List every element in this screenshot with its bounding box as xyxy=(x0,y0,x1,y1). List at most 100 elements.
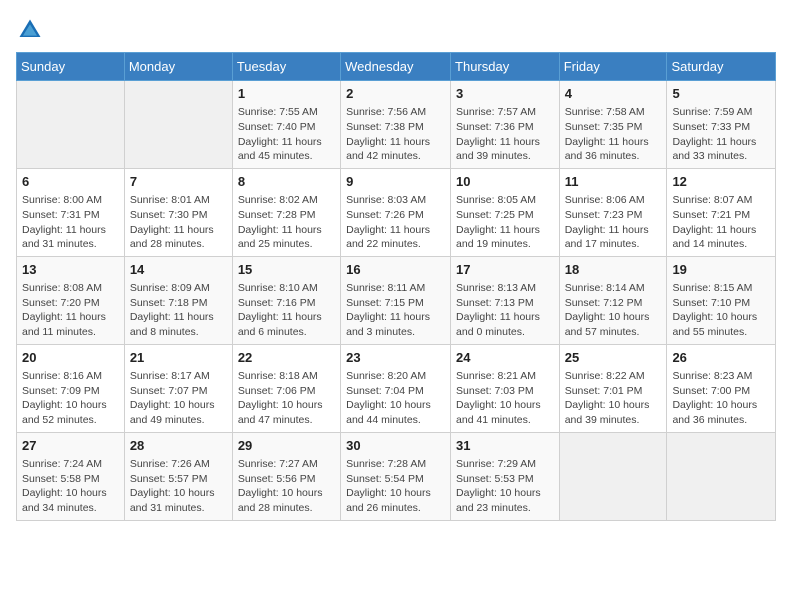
calendar-cell: 9 Sunrise: 8:03 AM Sunset: 7:26 PM Daylig… xyxy=(341,168,451,256)
day-number: 28 xyxy=(130,437,227,455)
day-content: Sunrise: 7:56 AM Sunset: 7:38 PM Dayligh… xyxy=(346,105,445,164)
day-content: Sunrise: 7:58 AM Sunset: 7:35 PM Dayligh… xyxy=(565,105,662,164)
day-number: 30 xyxy=(346,437,445,455)
calendar-cell: 17Sunrise: 8:13 AM Sunset: 7:13 PM Dayli… xyxy=(451,256,560,344)
day-content: Sunrise: 8:07 AM Sunset: 7:21 PM Dayligh… xyxy=(672,193,770,252)
page-header xyxy=(16,16,776,44)
calendar-cell: 18 Sunrise: 8:14 AM Sunset: 7:12 PM Dayli… xyxy=(559,256,667,344)
day-content: Sunrise: 7:27 AM Sunset: 5:56 PM Dayligh… xyxy=(238,457,335,516)
day-content: Sunrise: 8:11 AM Sunset: 7:15 PM Dayligh… xyxy=(346,281,445,340)
calendar-week-3: 13 Sunrise: 8:08 AM Sunset: 7:20 PM Dayli… xyxy=(17,256,776,344)
day-number: 6 xyxy=(22,173,119,191)
calendar-cell: 4 Sunrise: 7:58 AM Sunset: 7:35 PM Daylig… xyxy=(559,81,667,169)
header-monday: Monday xyxy=(124,53,232,81)
calendar-cell: 14 Sunrise: 8:09 AM Sunset: 7:18 PM Dayli… xyxy=(124,256,232,344)
day-number: 7 xyxy=(130,173,227,191)
calendar-cell xyxy=(17,81,125,169)
day-content: Sunrise: 8:10 AM Sunset: 7:16 PM Dayligh… xyxy=(238,281,335,340)
day-number: 13 xyxy=(22,261,119,279)
day-number: 25 xyxy=(565,349,662,367)
calendar-cell: 2 Sunrise: 7:56 AM Sunset: 7:38 PM Daylig… xyxy=(341,81,451,169)
calendar-cell: 3 Sunrise: 7:57 AM Sunset: 7:36 PM Daylig… xyxy=(451,81,560,169)
day-number: 12 xyxy=(672,173,770,191)
day-number: 23 xyxy=(346,349,445,367)
day-number: 14 xyxy=(130,261,227,279)
day-content: Sunrise: 8:09 AM Sunset: 7:18 PM Dayligh… xyxy=(130,281,227,340)
day-number: 9 xyxy=(346,173,445,191)
calendar-cell xyxy=(124,81,232,169)
day-content: Sunrise: 8:03 AM Sunset: 7:26 PM Dayligh… xyxy=(346,193,445,252)
calendar-cell: 29 Sunrise: 7:27 AM Sunset: 5:56 PM Dayli… xyxy=(232,432,340,520)
day-number: 20 xyxy=(22,349,119,367)
day-content: Sunrise: 7:55 AM Sunset: 7:40 PM Dayligh… xyxy=(238,105,335,164)
calendar-cell: 16 Sunrise: 8:11 AM Sunset: 7:15 PM Dayli… xyxy=(341,256,451,344)
calendar-cell: 28 Sunrise: 7:26 AM Sunset: 5:57 PM Dayli… xyxy=(124,432,232,520)
day-content: Sunrise: 8:23 AM Sunset: 7:00 PM Dayligh… xyxy=(672,369,770,428)
calendar-week-5: 27 Sunrise: 7:24 AM Sunset: 5:58 PM Dayli… xyxy=(17,432,776,520)
day-content: Sunrise: 8:20 AM Sunset: 7:04 PM Dayligh… xyxy=(346,369,445,428)
calendar-cell: 8Sunrise: 8:02 AM Sunset: 7:28 PM Daylig… xyxy=(232,168,340,256)
day-number: 16 xyxy=(346,261,445,279)
day-content: Sunrise: 8:18 AM Sunset: 7:06 PM Dayligh… xyxy=(238,369,335,428)
day-number: 27 xyxy=(22,437,119,455)
calendar-cell: 6 Sunrise: 8:00 AM Sunset: 7:31 PM Daylig… xyxy=(17,168,125,256)
day-number: 19 xyxy=(672,261,770,279)
header-wednesday: Wednesday xyxy=(341,53,451,81)
day-content: Sunrise: 8:06 AM Sunset: 7:23 PM Dayligh… xyxy=(565,193,662,252)
calendar-cell xyxy=(559,432,667,520)
header-sunday: Sunday xyxy=(17,53,125,81)
day-number: 26 xyxy=(672,349,770,367)
day-number: 3 xyxy=(456,85,554,103)
calendar-cell: 13 Sunrise: 8:08 AM Sunset: 7:20 PM Dayli… xyxy=(17,256,125,344)
logo xyxy=(16,16,48,44)
calendar-week-1: 1 Sunrise: 7:55 AM Sunset: 7:40 PM Daylig… xyxy=(17,81,776,169)
day-number: 15 xyxy=(238,261,335,279)
day-content: Sunrise: 8:16 AM Sunset: 7:09 PM Dayligh… xyxy=(22,369,119,428)
day-number: 21 xyxy=(130,349,227,367)
day-content: Sunrise: 7:26 AM Sunset: 5:57 PM Dayligh… xyxy=(130,457,227,516)
calendar-cell: 7Sunrise: 8:01 AM Sunset: 7:30 PM Daylig… xyxy=(124,168,232,256)
day-number: 17 xyxy=(456,261,554,279)
day-number: 18 xyxy=(565,261,662,279)
calendar-week-2: 6 Sunrise: 8:00 AM Sunset: 7:31 PM Daylig… xyxy=(17,168,776,256)
calendar-cell: 26 Sunrise: 8:23 AM Sunset: 7:00 PM Dayli… xyxy=(667,344,776,432)
day-number: 11 xyxy=(565,173,662,191)
day-content: Sunrise: 7:28 AM Sunset: 5:54 PM Dayligh… xyxy=(346,457,445,516)
calendar-cell: 11 Sunrise: 8:06 AM Sunset: 7:23 PM Dayli… xyxy=(559,168,667,256)
header-row: SundayMondayTuesdayWednesdayThursdayFrid… xyxy=(17,53,776,81)
day-content: Sunrise: 8:15 AM Sunset: 7:10 PM Dayligh… xyxy=(672,281,770,340)
calendar-cell: 30 Sunrise: 7:28 AM Sunset: 5:54 PM Dayli… xyxy=(341,432,451,520)
calendar-cell: 15 Sunrise: 8:10 AM Sunset: 7:16 PM Dayli… xyxy=(232,256,340,344)
calendar-cell: 22 Sunrise: 8:18 AM Sunset: 7:06 PM Dayli… xyxy=(232,344,340,432)
calendar-cell: 10 Sunrise: 8:05 AM Sunset: 7:25 PM Dayli… xyxy=(451,168,560,256)
calendar-table: SundayMondayTuesdayWednesdayThursdayFrid… xyxy=(16,52,776,521)
calendar-cell: 24Sunrise: 8:21 AM Sunset: 7:03 PM Dayli… xyxy=(451,344,560,432)
day-content: Sunrise: 7:24 AM Sunset: 5:58 PM Dayligh… xyxy=(22,457,119,516)
day-content: Sunrise: 8:14 AM Sunset: 7:12 PM Dayligh… xyxy=(565,281,662,340)
day-number: 29 xyxy=(238,437,335,455)
calendar-cell: 20 Sunrise: 8:16 AM Sunset: 7:09 PM Dayli… xyxy=(17,344,125,432)
calendar-week-4: 20 Sunrise: 8:16 AM Sunset: 7:09 PM Dayli… xyxy=(17,344,776,432)
day-content: Sunrise: 8:08 AM Sunset: 7:20 PM Dayligh… xyxy=(22,281,119,340)
day-number: 1 xyxy=(238,85,335,103)
header-friday: Friday xyxy=(559,53,667,81)
header-saturday: Saturday xyxy=(667,53,776,81)
day-content: Sunrise: 8:00 AM Sunset: 7:31 PM Dayligh… xyxy=(22,193,119,252)
day-content: Sunrise: 7:29 AM Sunset: 5:53 PM Dayligh… xyxy=(456,457,554,516)
day-content: Sunrise: 8:05 AM Sunset: 7:25 PM Dayligh… xyxy=(456,193,554,252)
day-number: 22 xyxy=(238,349,335,367)
calendar-cell: 19 Sunrise: 8:15 AM Sunset: 7:10 PM Dayli… xyxy=(667,256,776,344)
day-number: 4 xyxy=(565,85,662,103)
day-number: 31 xyxy=(456,437,554,455)
day-number: 2 xyxy=(346,85,445,103)
day-content: Sunrise: 7:59 AM Sunset: 7:33 PM Dayligh… xyxy=(672,105,770,164)
header-thursday: Thursday xyxy=(451,53,560,81)
day-content: Sunrise: 7:57 AM Sunset: 7:36 PM Dayligh… xyxy=(456,105,554,164)
calendar-cell: 5 Sunrise: 7:59 AM Sunset: 7:33 PM Daylig… xyxy=(667,81,776,169)
day-number: 10 xyxy=(456,173,554,191)
logo-icon xyxy=(16,16,44,44)
day-content: Sunrise: 8:21 AM Sunset: 7:03 PM Dayligh… xyxy=(456,369,554,428)
day-number: 5 xyxy=(672,85,770,103)
header-tuesday: Tuesday xyxy=(232,53,340,81)
day-content: Sunrise: 8:17 AM Sunset: 7:07 PM Dayligh… xyxy=(130,369,227,428)
